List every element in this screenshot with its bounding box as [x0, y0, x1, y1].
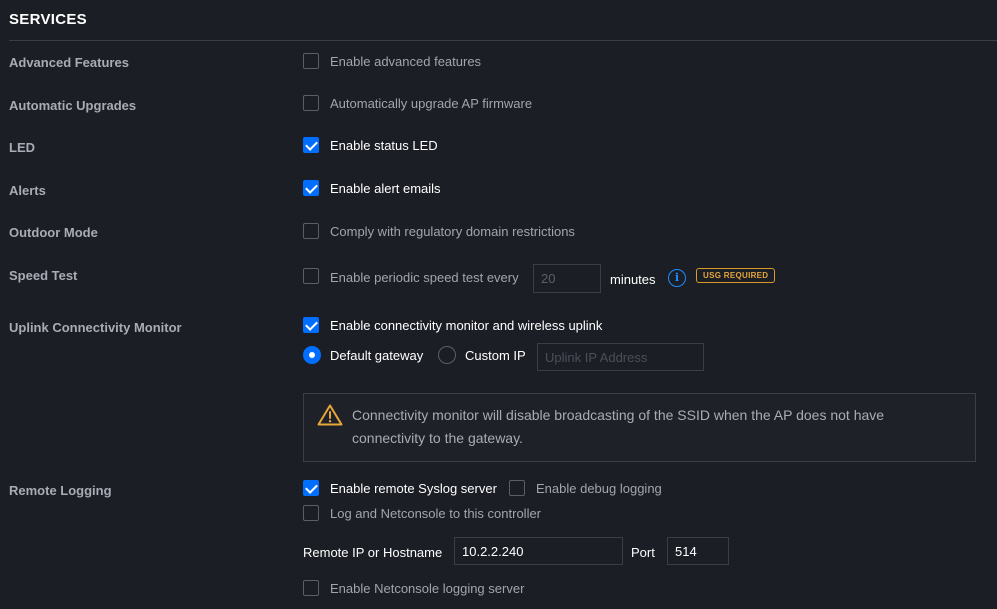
- status-led-checkbox[interactable]: [303, 137, 319, 153]
- info-circle-icon[interactable]: i: [668, 269, 686, 287]
- netconsole-server-option[interactable]: Enable Netconsole logging server: [330, 581, 524, 596]
- outdoor-mode-label: Outdoor Mode: [9, 225, 98, 240]
- port-input[interactable]: [667, 537, 729, 565]
- warning-triangle-icon: [317, 404, 343, 426]
- outdoor-mode-option[interactable]: Comply with regulatory domain restrictio…: [330, 224, 575, 239]
- automatic-upgrades-option[interactable]: Automatically upgrade AP firmware: [330, 96, 532, 111]
- advanced-features-label: Advanced Features: [9, 55, 129, 70]
- port-label: Port: [631, 545, 655, 560]
- debug-logging-option[interactable]: Enable debug logging: [536, 481, 662, 496]
- led-label: LED: [9, 140, 35, 155]
- remote-host-input[interactable]: [454, 537, 623, 565]
- connectivity-notice-text: Connectivity monitor will disable broadc…: [352, 407, 885, 446]
- netconsole-controller-option[interactable]: Log and Netconsole to this controller: [330, 506, 541, 521]
- section-title: SERVICES: [9, 11, 87, 28]
- remote-syslog-checkbox[interactable]: [303, 480, 319, 496]
- section-divider: [9, 40, 997, 41]
- default-gateway-radio[interactable]: [303, 346, 321, 364]
- alert-emails-checkbox[interactable]: [303, 180, 319, 196]
- debug-logging-checkbox[interactable]: [509, 480, 525, 496]
- uplink-monitor-label: Uplink Connectivity Monitor: [9, 320, 182, 335]
- automatic-upgrades-checkbox[interactable]: [303, 95, 319, 111]
- connectivity-notice: Connectivity monitor will disable broadc…: [303, 393, 976, 462]
- advanced-features-checkbox[interactable]: [303, 53, 319, 69]
- remote-host-label: Remote IP or Hostname: [303, 545, 443, 560]
- netconsole-controller-checkbox[interactable]: [303, 505, 319, 521]
- outdoor-mode-checkbox[interactable]: [303, 223, 319, 239]
- speed-test-interval-input[interactable]: [533, 264, 601, 293]
- services-settings-panel: SERVICES Advanced Features Enable advanc…: [0, 0, 997, 609]
- automatic-upgrades-label: Automatic Upgrades: [9, 98, 137, 113]
- usg-required-badge: USG REQUIRED: [696, 268, 776, 283]
- speed-test-option[interactable]: Enable periodic speed test every: [330, 270, 519, 285]
- uplink-monitor-checkbox[interactable]: [303, 317, 319, 333]
- advanced-features-option[interactable]: Enable advanced features: [330, 54, 481, 69]
- custom-ip-label[interactable]: Custom IP: [465, 348, 526, 363]
- netconsole-server-checkbox[interactable]: [303, 580, 319, 596]
- speed-test-checkbox[interactable]: [303, 268, 319, 284]
- alert-emails-option[interactable]: Enable alert emails: [330, 181, 441, 196]
- status-led-option[interactable]: Enable status LED: [330, 138, 438, 153]
- uplink-monitor-option[interactable]: Enable connectivity monitor and wireless…: [330, 318, 602, 333]
- speed-test-unit: minutes: [610, 272, 656, 287]
- remote-syslog-option[interactable]: Enable remote Syslog server: [330, 481, 497, 496]
- alerts-label: Alerts: [9, 183, 46, 198]
- remote-logging-label: Remote Logging: [9, 483, 112, 498]
- uplink-ip-input[interactable]: [537, 343, 704, 371]
- speed-test-label: Speed Test: [9, 268, 78, 283]
- custom-ip-radio[interactable]: [438, 346, 456, 364]
- default-gateway-label[interactable]: Default gateway: [330, 348, 423, 363]
